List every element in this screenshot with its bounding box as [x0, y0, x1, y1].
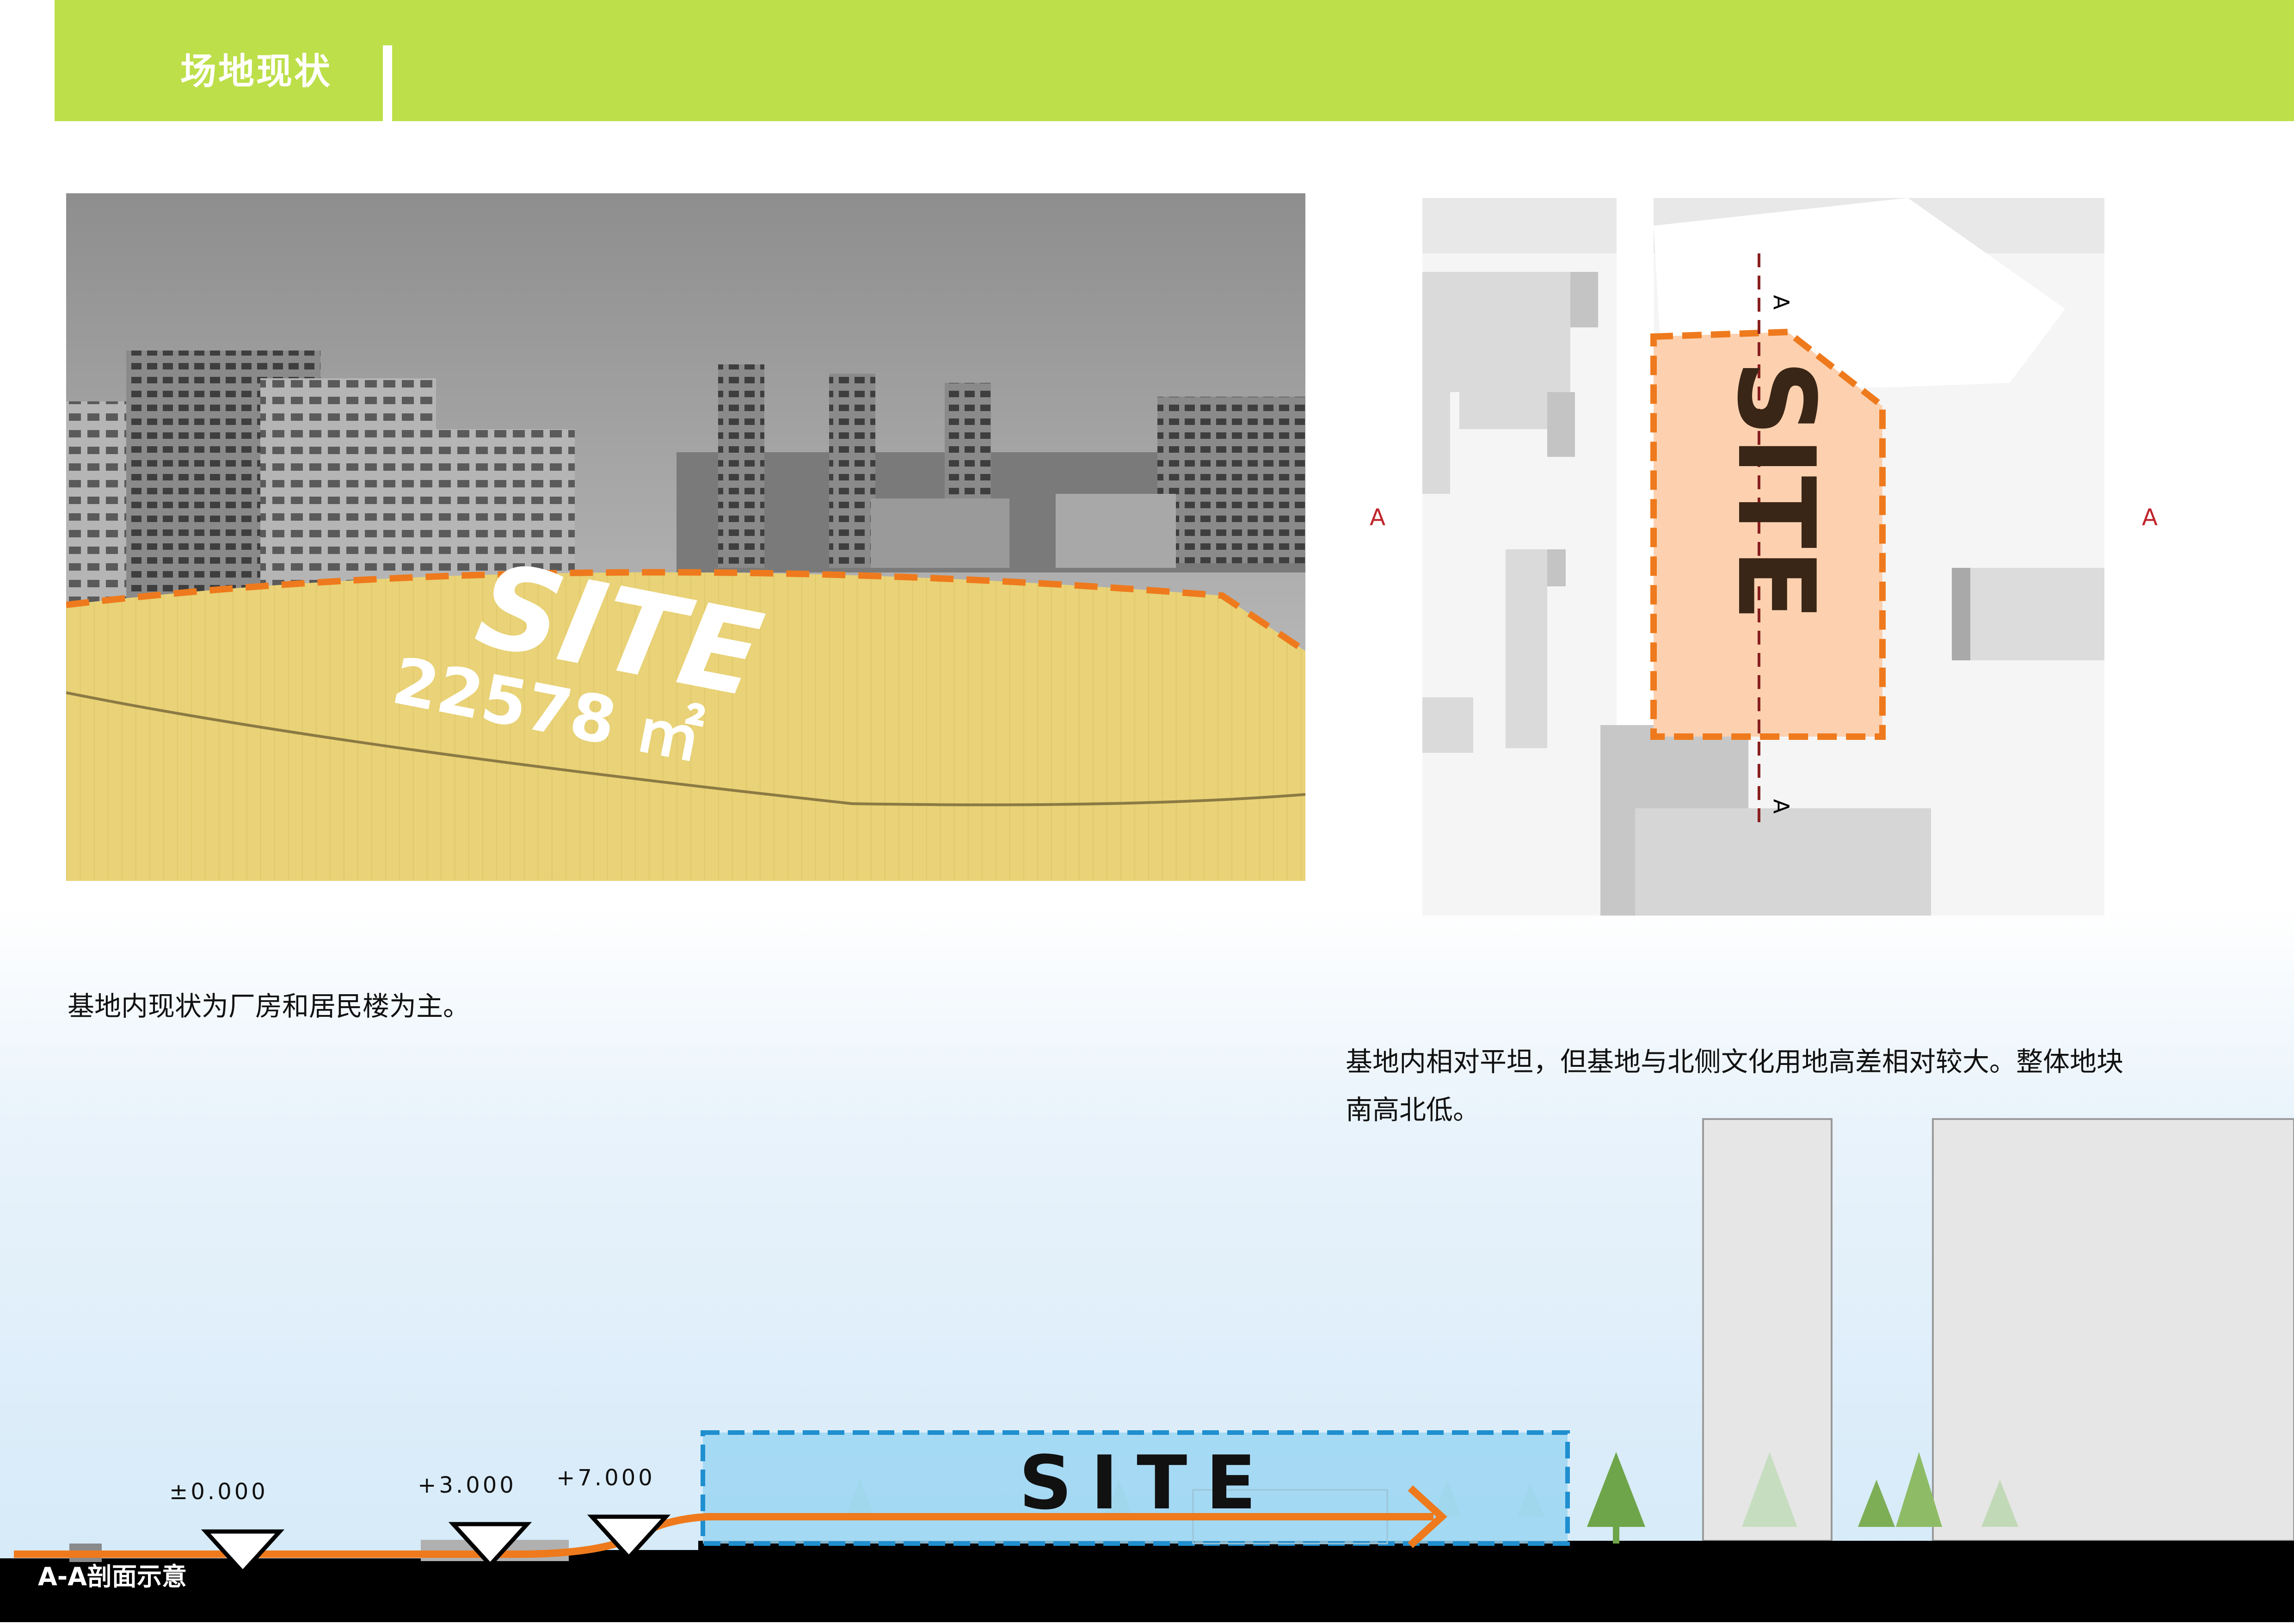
plan-site-label: SITE	[1714, 360, 1837, 621]
section-title: A-A剖面示意	[38, 1562, 187, 1591]
section-site-label: SITE	[1019, 1439, 1274, 1526]
site-panorama-photo: SITE 22578 ㎡	[66, 193, 1305, 881]
section-diagram: SITE ±0.000 +3.000 +7.000 A-A剖面示意	[0, 1101, 2294, 1622]
site-plan: A A SITE	[1422, 198, 2104, 916]
caption-left: 基地内现状为厂房和居民楼为主。	[68, 990, 470, 1022]
header-divider	[383, 45, 392, 121]
plan-section-mark-right: A	[2142, 504, 2158, 531]
page-title: 场地现状	[180, 51, 332, 92]
plan-section-mark-left: A	[1370, 504, 1386, 531]
caption-right-line1: 基地内相对平坦，但基地与北侧文化用地高差相对较大。整体地块	[1346, 1046, 2124, 1077]
plan-section-mark-bottom: A	[1769, 799, 1794, 814]
elevation-label-1: ±0.000	[169, 1479, 268, 1505]
elevation-label-3: +7.000	[556, 1465, 655, 1491]
elevation-label-2: +3.000	[418, 1472, 517, 1498]
plan-section-mark-top: A	[1769, 295, 1794, 310]
